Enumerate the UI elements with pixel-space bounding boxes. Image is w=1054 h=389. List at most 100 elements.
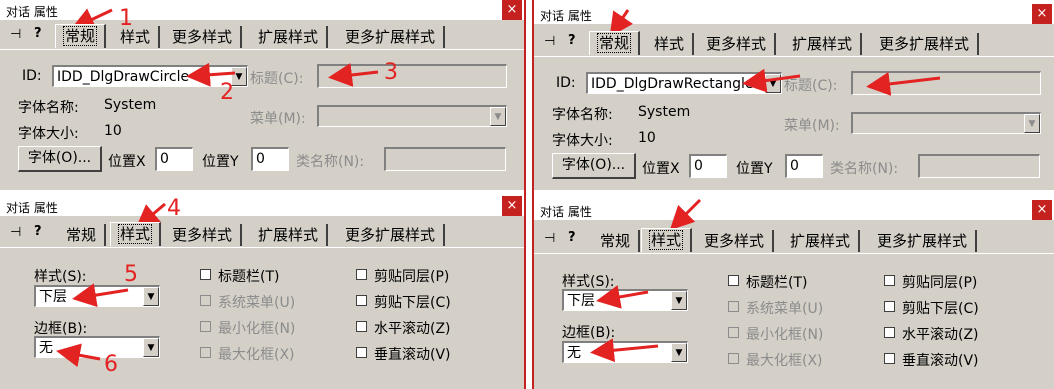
border-label: 边框(B): bbox=[34, 321, 88, 337]
titlebar-label: 标题栏(T) bbox=[746, 275, 808, 291]
font-size-label: 字体大小: bbox=[18, 126, 79, 142]
tab-style[interactable]: 样式 bbox=[110, 222, 162, 246]
tab-ext-style[interactable]: 扩展样式 bbox=[250, 224, 329, 246]
tab-more-ext-style[interactable]: 更多扩展样式 bbox=[869, 230, 978, 252]
vscroll-label: 垂直滚动(V) bbox=[902, 353, 979, 369]
font-size-label: 字体大小: bbox=[552, 133, 613, 149]
hscroll-label: 水平滚动(Z) bbox=[374, 321, 451, 337]
separator-line bbox=[532, 0, 534, 389]
tab-general[interactable]: 常规 bbox=[58, 224, 107, 246]
title-input bbox=[317, 64, 507, 88]
border-value: 无 bbox=[567, 345, 581, 361]
clip-children-checkbox[interactable] bbox=[884, 301, 895, 312]
vscroll-label: 垂直滚动(V) bbox=[374, 347, 451, 363]
font-size-value: 10 bbox=[104, 123, 122, 139]
border-combobox[interactable]: 无 ▼ bbox=[562, 341, 688, 363]
menu-combobox: ▼ bbox=[317, 105, 507, 127]
titlebar-checkbox[interactable] bbox=[200, 269, 211, 280]
clip-children-checkbox[interactable] bbox=[356, 295, 367, 306]
dialog-bottom-left: 对话 属性 × ⊣ ? 常规 样式 更多样式 扩展样式 更多扩展样式 样式(S)… bbox=[0, 196, 524, 389]
close-button[interactable]: × bbox=[502, 196, 522, 216]
vscroll-checkbox[interactable] bbox=[884, 353, 895, 364]
close-button[interactable]: × bbox=[502, 0, 522, 20]
tab-more-style[interactable]: 更多样式 bbox=[698, 33, 777, 55]
chevron-down-icon[interactable]: ▼ bbox=[143, 338, 159, 357]
tab-style[interactable]: 样式 bbox=[646, 33, 695, 55]
dialog-title: 对话 属性 bbox=[6, 201, 58, 215]
hscroll-checkbox[interactable] bbox=[356, 321, 367, 332]
tab-more-style[interactable]: 更多样式 bbox=[164, 26, 243, 48]
pos-y-input[interactable]: 0 bbox=[785, 154, 823, 178]
tab-general[interactable]: 常规 bbox=[592, 230, 641, 252]
class-name-input bbox=[384, 147, 506, 171]
tab-ext-style[interactable]: 扩展样式 bbox=[250, 26, 329, 48]
title-input bbox=[851, 71, 1041, 95]
annotation-number: 5 bbox=[124, 262, 138, 287]
hscroll-label: 水平滚动(Z) bbox=[902, 327, 979, 343]
pos-x-label: 位置X bbox=[108, 154, 146, 170]
style-value: 下层 bbox=[567, 293, 595, 309]
font-button[interactable]: 字体(O)... bbox=[18, 146, 102, 172]
dialog-title: 对话 属性 bbox=[6, 5, 58, 19]
annotation-number: 1 bbox=[119, 6, 133, 31]
chevron-down-icon[interactable]: ▼ bbox=[143, 287, 159, 306]
style-combobox[interactable]: 下层 ▼ bbox=[34, 285, 160, 307]
pos-x-input[interactable]: 0 bbox=[155, 147, 193, 171]
tab-more-style[interactable]: 更多样式 bbox=[696, 230, 775, 252]
pushpin-icon[interactable]: ⊣ bbox=[10, 225, 21, 240]
font-name-label: 字体名称: bbox=[552, 107, 613, 123]
clip-siblings-checkbox[interactable] bbox=[356, 269, 367, 280]
tab-general[interactable]: 常规 bbox=[55, 24, 107, 48]
chevron-down-icon: ▼ bbox=[1024, 114, 1040, 133]
clip-children-label: 剪贴下层(C) bbox=[374, 295, 451, 311]
border-combobox[interactable]: 无 ▼ bbox=[34, 336, 160, 358]
tab-more-style[interactable]: 更多样式 bbox=[164, 224, 243, 246]
style-value: 下层 bbox=[39, 289, 67, 305]
pos-y-input[interactable]: 0 bbox=[251, 147, 289, 171]
menu-label: 菜单(M): bbox=[784, 118, 840, 134]
pos-x-input[interactable]: 0 bbox=[689, 154, 727, 178]
help-icon[interactable]: ? bbox=[34, 26, 42, 41]
sysmenu-checkbox bbox=[728, 301, 739, 312]
id-value: IDD_DlgDrawCircle bbox=[57, 69, 190, 85]
tab-more-ext-style[interactable]: 更多扩展样式 bbox=[337, 26, 446, 48]
help-icon[interactable]: ? bbox=[568, 230, 576, 245]
help-icon[interactable]: ? bbox=[34, 224, 42, 239]
style-label: 样式(S): bbox=[34, 269, 87, 285]
chevron-down-icon[interactable]: ▼ bbox=[671, 343, 687, 362]
id-combobox[interactable]: IDD_DlgDrawCircle ▼ bbox=[52, 65, 248, 87]
font-size-value: 10 bbox=[638, 130, 656, 146]
id-combobox[interactable]: IDD_DlgDrawRectangle ▼ bbox=[586, 72, 782, 94]
hscroll-checkbox[interactable] bbox=[884, 327, 895, 338]
vscroll-checkbox[interactable] bbox=[356, 347, 367, 358]
titlebar-label: 标题栏(T) bbox=[218, 269, 280, 285]
annotation-number: 4 bbox=[167, 196, 181, 221]
dialog-bottom-right: 对话 属性 × ⊣ ? 常规 样式 更多样式 扩展样式 更多扩展样式 样式(S)… bbox=[534, 200, 1054, 389]
pushpin-icon[interactable]: ⊣ bbox=[544, 231, 555, 246]
title-bar: 对话 属性 × bbox=[0, 196, 524, 216]
chevron-down-icon[interactable]: ▼ bbox=[765, 74, 781, 93]
close-button[interactable]: × bbox=[1032, 4, 1052, 24]
pushpin-icon[interactable]: ⊣ bbox=[544, 34, 555, 49]
style-label: 样式(S): bbox=[562, 274, 615, 290]
help-icon[interactable]: ? bbox=[568, 33, 576, 48]
tab-more-ext-style[interactable]: 更多扩展样式 bbox=[337, 224, 446, 246]
pushpin-icon[interactable]: ⊣ bbox=[10, 27, 21, 42]
font-name-label: 字体名称: bbox=[18, 100, 79, 116]
close-button[interactable]: × bbox=[1032, 200, 1052, 220]
tab-more-ext-style[interactable]: 更多扩展样式 bbox=[871, 33, 980, 55]
clip-siblings-checkbox[interactable] bbox=[884, 275, 895, 286]
style-combobox[interactable]: 下层 ▼ bbox=[562, 289, 688, 311]
tab-general[interactable]: 常规 bbox=[589, 31, 641, 55]
maxbox-checkbox bbox=[200, 347, 211, 358]
clip-children-label: 剪贴下层(C) bbox=[902, 301, 979, 317]
chevron-down-icon[interactable]: ▼ bbox=[671, 291, 687, 310]
tab-ext-style[interactable]: 扩展样式 bbox=[782, 230, 861, 252]
font-button[interactable]: 字体(O)... bbox=[552, 153, 636, 179]
tab-ext-style[interactable]: 扩展样式 bbox=[784, 33, 863, 55]
dialog-top-right: 对话 属性 × ⊣ ? 常规 样式 更多样式 扩展样式 更多扩展样式 ID: I… bbox=[534, 4, 1054, 190]
tab-style[interactable]: 样式 bbox=[641, 228, 693, 252]
titlebar-checkbox[interactable] bbox=[728, 275, 739, 286]
class-name-label: 类名称(N): bbox=[830, 161, 899, 177]
border-label: 边框(B): bbox=[562, 325, 616, 341]
